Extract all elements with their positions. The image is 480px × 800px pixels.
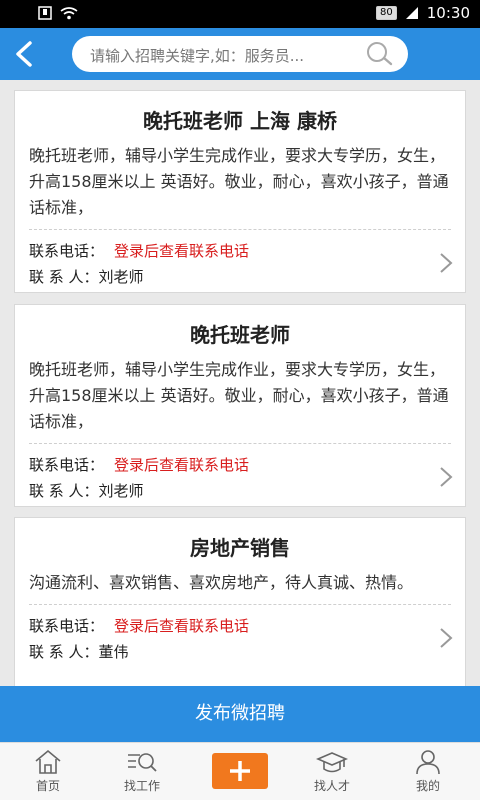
back-button[interactable] — [6, 36, 42, 72]
job-title: 晚托班老师 — [190, 323, 290, 347]
job-card[interactable]: 晚托班老师 上海 康桥 晚托班老师，辅导小学生完成作业，要求大专学历，女生，升高… — [14, 90, 466, 293]
nav-find-job-label: 找工作 — [123, 779, 160, 793]
phone-label: 联系电话： — [29, 617, 105, 635]
find-job-icon — [128, 753, 157, 772]
wifi-icon — [60, 7, 78, 20]
chevron-right-icon[interactable] — [439, 252, 453, 274]
job-description: 沟通流利、喜欢销售、喜欢房地产，待人真诚、热情。 — [29, 573, 414, 592]
nav-find-job[interactable]: 找工作 — [94, 743, 190, 800]
nav-find-talent-label: 找人才 — [313, 779, 350, 793]
contact-person-value: 刘老师 — [98, 268, 144, 286]
job-title: 晚托班老师 上海 康桥 — [143, 109, 337, 133]
contact-person-label: 联 系 人： — [29, 268, 99, 286]
search-input[interactable]: 请输入招聘关键字,如：服务员... — [72, 36, 408, 72]
contact-info: 联系电话： 登录后查看联系电话 联 系 人：刘老师 — [15, 444, 465, 514]
clock: 10:30 — [426, 4, 470, 22]
contact-person-label: 联 系 人： — [29, 643, 99, 661]
phone-label: 联系电话： — [29, 456, 105, 474]
app-header: 请输入招聘关键字,如：服务员... — [0, 28, 480, 80]
add-button[interactable] — [212, 753, 268, 789]
battery-indicator: 80 — [376, 6, 397, 20]
back-arrow-icon — [16, 41, 32, 67]
job-description: 晚托班老师，辅导小学生完成作业，要求大专学历，女生，升高158厘米以上 英语好。… — [29, 360, 449, 431]
nav-mine-label: 我的 — [415, 779, 440, 793]
job-list: 晚托班老师 上海 康桥 晚托班老师，辅导小学生完成作业，要求大专学历，女生，升高… — [0, 80, 480, 686]
publish-job-button[interactable]: 发布微招聘 — [0, 686, 480, 742]
search-placeholder: 请输入招聘关键字,如：服务员... — [90, 47, 305, 65]
notification-icon — [38, 6, 52, 20]
job-title: 房地产销售 — [190, 536, 290, 560]
contact-person-label: 联 系 人： — [29, 482, 99, 500]
home-icon — [35, 749, 61, 774]
chevron-right-icon[interactable] — [439, 627, 453, 649]
status-bar: 80 10:30 — [0, 0, 480, 28]
search-icon[interactable] — [364, 41, 394, 67]
contact-person-value: 刘老师 — [98, 482, 144, 500]
nav-home[interactable]: 首页 — [0, 743, 96, 800]
phone-label: 联系电话： — [29, 242, 105, 260]
nav-find-talent[interactable]: 找人才 — [284, 743, 380, 800]
login-to-view-phone-link[interactable]: 登录后查看联系电话 — [114, 242, 249, 260]
bottom-nav: 首页 找工作 找人才 我的 — [0, 742, 480, 800]
job-description: 晚托班老师，辅导小学生完成作业，要求大专学历，女生，升高158厘米以上 英语好。… — [29, 146, 449, 217]
user-icon — [416, 750, 440, 775]
login-to-view-phone-link[interactable]: 登录后查看联系电话 — [114, 617, 249, 635]
login-to-view-phone-link[interactable]: 登录后查看联系电话 — [114, 456, 249, 474]
chevron-right-icon[interactable] — [439, 466, 453, 488]
nav-home-label: 首页 — [35, 779, 60, 793]
contact-info: 联系电话： 登录后查看联系电话 联 系 人：董伟 — [15, 605, 465, 675]
contact-info: 联系电话： 登录后查看联系电话 联 系 人：刘老师 — [15, 230, 465, 300]
job-card[interactable]: 房地产销售 沟通流利、喜欢销售、喜欢房地产，待人真诚、热情。 联系电话： 登录后查… — [14, 517, 466, 686]
job-card[interactable]: 晚托班老师 晚托班老师，辅导小学生完成作业，要求大专学历，女生，升高158厘米以… — [14, 304, 466, 507]
contact-person-value: 董伟 — [98, 643, 129, 661]
signal-icon — [405, 7, 418, 19]
nav-mine[interactable]: 我的 — [380, 743, 476, 800]
plus-icon — [230, 761, 250, 781]
graduation-cap-icon — [316, 752, 348, 773]
